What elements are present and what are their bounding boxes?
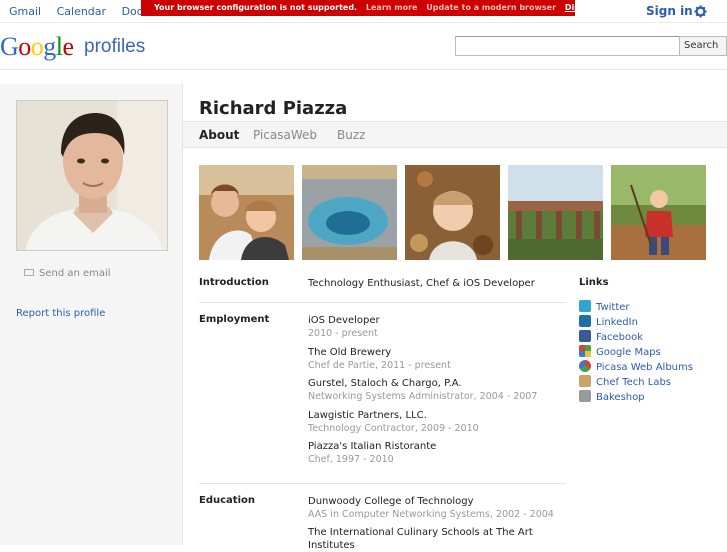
link-label: Twitter <box>596 302 630 313</box>
sign-in-link[interactable]: Sign in <box>646 4 693 18</box>
link-google-maps[interactable]: Google Maps <box>579 345 661 361</box>
introduction-text-block: Technology Enthusiast, Chef & iOS Develo… <box>308 277 568 290</box>
employment-detail: Chef de Partie, 2011 - present <box>308 360 451 371</box>
gmail-link[interactable]: Gmail <box>9 5 41 18</box>
photo-thumbnail[interactable] <box>508 165 603 260</box>
photo-thumbnail[interactable] <box>302 165 397 260</box>
employment-title: The Old Brewery <box>308 347 392 358</box>
learn-more-link[interactable]: Learn more <box>366 3 418 12</box>
chef-tech-labs-icon <box>579 375 591 387</box>
link-bakeshop[interactable]: Bakeshop <box>579 390 645 406</box>
employment-title: Lawgistic Partners, LLC. <box>308 410 427 421</box>
link-label: Facebook <box>596 332 643 343</box>
employment-item: Gurstel, Staloch & Chargo, P.A. Networki… <box>308 377 568 403</box>
profile-tabs: About PicasaWeb Buzz <box>183 121 727 148</box>
employment-detail: Technology Contractor, 2009 - 2010 <box>308 423 479 434</box>
divider <box>199 483 566 484</box>
tab-picasaweb[interactable]: PicasaWeb <box>253 128 317 142</box>
link-label: Picasa Web Albums <box>596 362 693 373</box>
education-item: Dunwoody College of Technology AAS in Co… <box>308 495 568 521</box>
warning-message: Your browser configuration is not suppor… <box>154 3 358 12</box>
employment-detail: Chef, 1997 - 2010 <box>308 454 394 465</box>
dismiss-link[interactable]: Dismiss <box>565 3 600 12</box>
photo-thumbnail[interactable] <box>405 165 500 260</box>
employment-title: Piazza's Italian Ristorante <box>308 441 437 452</box>
twitter-icon <box>579 300 591 312</box>
calendar-link[interactable]: Calendar <box>57 5 106 18</box>
employment-label: Employment <box>199 314 270 325</box>
education-detail: AAS in Computer Networking Systems, 2002… <box>308 509 554 520</box>
send-email-link[interactable]: Send an email <box>24 268 111 279</box>
gear-icon[interactable] <box>694 5 707 18</box>
employment-item: The Old Brewery Chef de Partie, 2011 - p… <box>308 346 568 372</box>
search-input[interactable] <box>455 36 680 56</box>
education-title: Dunwoody College of Technology <box>308 496 474 507</box>
employment-detail: 2010 - present <box>308 328 378 339</box>
tab-buzz[interactable]: Buzz <box>337 128 365 142</box>
profiles-logo-text: profiles <box>84 36 146 57</box>
profile-name: Richard Piazza <box>199 98 348 119</box>
link-linkedin[interactable]: LinkedIn <box>579 315 638 331</box>
header: Google profiles Search <box>0 23 727 70</box>
google-maps-icon <box>579 345 591 357</box>
employment-detail: Networking Systems Administrator, 2004 -… <box>308 391 538 402</box>
report-profile-link[interactable]: Report this profile <box>16 308 105 319</box>
education-item: The International Culinary Schools at Th… <box>308 526 568 552</box>
facebook-icon <box>579 330 591 342</box>
photo-thumbnail[interactable] <box>611 165 706 260</box>
tab-about[interactable]: About <box>199 128 239 142</box>
search-button[interactable]: Search <box>679 36 727 56</box>
profile-photo <box>16 100 168 251</box>
mail-icon <box>24 268 34 276</box>
link-twitter[interactable]: Twitter <box>579 300 630 316</box>
linkedin-icon <box>579 315 591 327</box>
employment-item: Piazza's Italian Ristorante Chef, 1997 -… <box>308 440 568 466</box>
education-title-continued: Institutes <box>308 540 355 551</box>
introduction-text: Technology Enthusiast, Chef & iOS Develo… <box>308 278 535 289</box>
link-label: Bakeshop <box>596 392 645 403</box>
link-chef-tech-labs[interactable]: Chef Tech Labs <box>579 375 672 391</box>
links-title: Links <box>579 277 609 288</box>
bakeshop-icon <box>579 390 591 402</box>
browser-warning-banner: Your browser configuration is not suppor… <box>141 0 600 16</box>
send-email-label: Send an email <box>39 268 111 279</box>
link-label: LinkedIn <box>596 317 638 328</box>
introduction-label: Introduction <box>199 277 269 288</box>
photo-thumbnail[interactable] <box>199 165 294 260</box>
left-sidebar: Send an email Report this profile <box>0 84 183 545</box>
link-facebook[interactable]: Facebook <box>579 330 643 346</box>
google-logo[interactable]: Google <box>0 32 74 62</box>
employment-title: iOS Developer <box>308 315 380 326</box>
employment-title: Gurstel, Staloch & Chargo, P.A. <box>308 378 462 389</box>
link-picasa[interactable]: Picasa Web Albums <box>579 360 693 376</box>
education-title: The International Culinary Schools at Th… <box>308 527 533 538</box>
employment-item: iOS Developer 2010 - present <box>308 314 568 340</box>
photo-strip <box>199 165 719 260</box>
update-browser-link[interactable]: Update to a modern browser <box>426 3 556 12</box>
link-label: Chef Tech Labs <box>596 377 672 388</box>
education-label: Education <box>199 495 255 506</box>
top-bar: Gmail Calendar Docume Your browser confi… <box>0 0 727 23</box>
link-label: Google Maps <box>596 347 661 358</box>
employment-item: Lawgistic Partners, LLC. Technology Cont… <box>308 409 568 435</box>
picasa-icon <box>579 360 591 372</box>
divider <box>199 302 566 303</box>
